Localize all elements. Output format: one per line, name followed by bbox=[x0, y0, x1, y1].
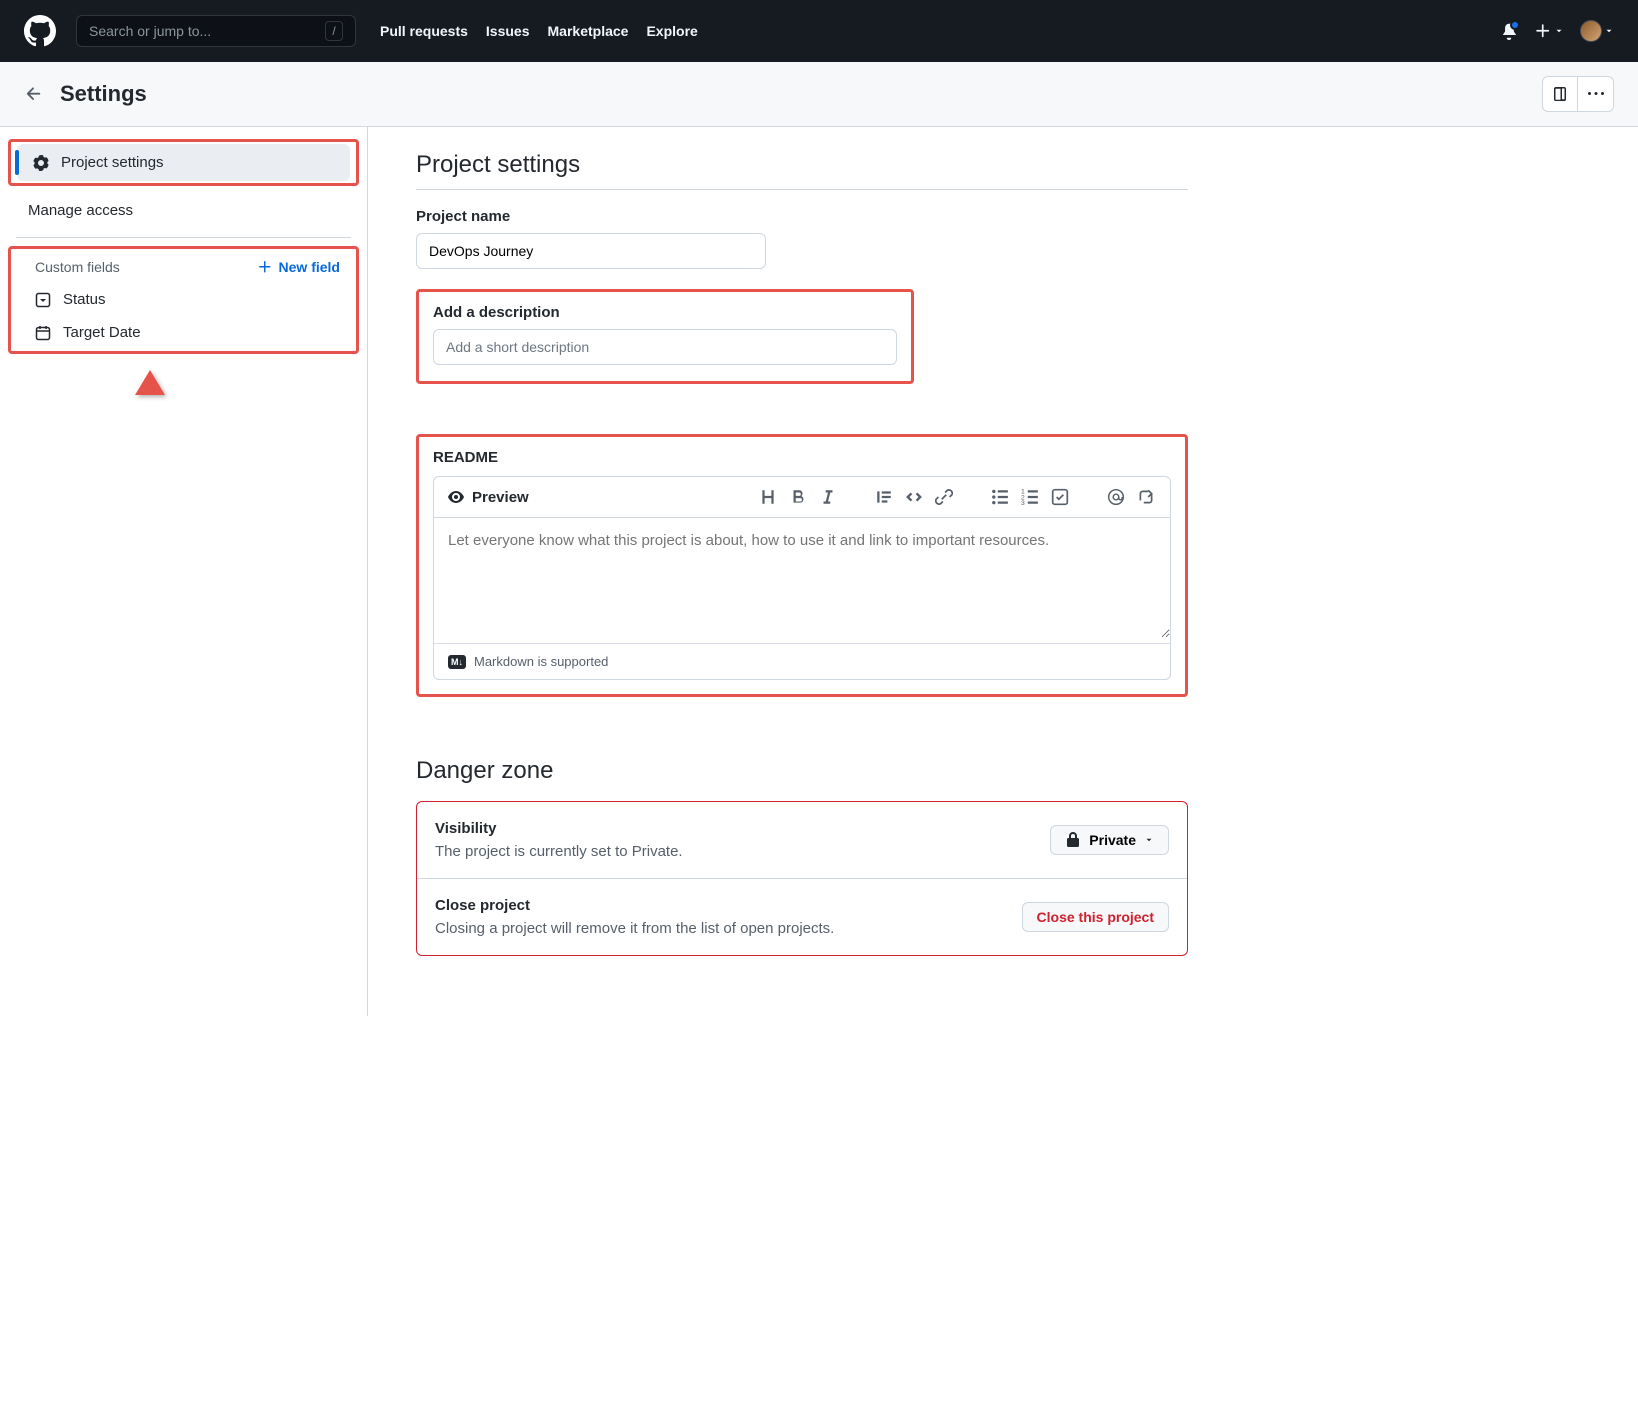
visibility-title: Visibility bbox=[435, 820, 683, 837]
task-list-icon[interactable] bbox=[1050, 487, 1070, 507]
annotation-highlight-description: Add a description bbox=[416, 289, 914, 384]
calendar-icon bbox=[35, 325, 51, 341]
create-new-dropdown[interactable] bbox=[1534, 22, 1564, 40]
danger-zone-heading: Danger zone bbox=[416, 757, 1188, 785]
new-field-button[interactable]: New field bbox=[257, 259, 340, 275]
nav-marketplace[interactable]: Marketplace bbox=[548, 23, 629, 39]
lock-icon bbox=[1065, 832, 1081, 848]
annotation-arrow bbox=[0, 360, 367, 490]
description-input[interactable] bbox=[433, 329, 897, 365]
danger-close-row: Close project Closing a project will rem… bbox=[417, 879, 1187, 955]
notifications-button[interactable] bbox=[1500, 22, 1518, 40]
eye-icon bbox=[448, 489, 464, 505]
cross-reference-icon[interactable] bbox=[1136, 487, 1156, 507]
slash-shortcut-badge: / bbox=[325, 21, 343, 41]
italic-icon[interactable] bbox=[818, 487, 838, 507]
visibility-dropdown[interactable]: Private bbox=[1050, 825, 1169, 855]
unordered-list-icon[interactable] bbox=[990, 487, 1010, 507]
project-name-label: Project name bbox=[416, 208, 1188, 225]
divider bbox=[16, 237, 351, 238]
description-label: Add a description bbox=[433, 304, 897, 321]
caret-down-icon bbox=[1144, 835, 1154, 845]
sidebar-item-label: Manage access bbox=[28, 202, 133, 219]
custom-fields-label: Custom fields bbox=[35, 259, 120, 275]
body: Project settings Manage access Custom fi… bbox=[0, 127, 1638, 1016]
sidebar-item-project-settings[interactable]: Project settings bbox=[17, 144, 350, 181]
close-project-text: Closing a project will remove it from th… bbox=[435, 920, 834, 937]
visibility-text: The project is currently set to Private. bbox=[435, 843, 683, 860]
close-project-button[interactable]: Close this project bbox=[1022, 902, 1169, 932]
link-icon[interactable] bbox=[934, 487, 954, 507]
annotation-highlight-top: Project settings bbox=[8, 139, 359, 186]
sidebar-item-label: Project settings bbox=[61, 154, 164, 171]
sidebar-item-manage-access[interactable]: Manage access bbox=[0, 192, 367, 229]
markdown-badge-icon: M↓ bbox=[448, 655, 466, 669]
nav-links: Pull requests Issues Marketplace Explore bbox=[380, 23, 698, 39]
danger-visibility-row: Visibility The project is currently set … bbox=[417, 802, 1187, 879]
page-subheader: Settings bbox=[0, 62, 1638, 127]
markdown-supported-text: Markdown is supported bbox=[474, 654, 608, 669]
plus-icon bbox=[257, 259, 273, 275]
readme-editor: Preview 123 bbox=[433, 476, 1171, 680]
main-content: Project settings Project name Add a desc… bbox=[368, 127, 1188, 1016]
search-box[interactable]: / bbox=[76, 15, 356, 47]
project-name-input[interactable] bbox=[416, 233, 766, 269]
readme-label: README bbox=[433, 449, 1171, 466]
annotation-highlight-custom-fields: Custom fields New field Status Target Da… bbox=[8, 246, 359, 354]
readme-footer: M↓ Markdown is supported bbox=[434, 643, 1170, 679]
subheader-actions bbox=[1542, 76, 1614, 112]
search-input[interactable] bbox=[89, 23, 325, 39]
custom-field-label: Status bbox=[63, 291, 106, 308]
close-project-title: Close project bbox=[435, 897, 834, 914]
gear-icon bbox=[33, 155, 49, 171]
user-menu[interactable] bbox=[1580, 20, 1614, 42]
readme-toolbar: Preview 123 bbox=[434, 477, 1170, 518]
kebab-menu-button[interactable] bbox=[1578, 76, 1614, 112]
main-heading: Project settings bbox=[416, 151, 1188, 190]
panel-toggle-button[interactable] bbox=[1542, 76, 1578, 112]
svg-text:3: 3 bbox=[1021, 500, 1025, 506]
mention-icon[interactable] bbox=[1106, 487, 1126, 507]
custom-fields-header: Custom fields New field bbox=[11, 251, 356, 283]
nav-explore[interactable]: Explore bbox=[646, 23, 697, 39]
nav-pull-requests[interactable]: Pull requests bbox=[380, 23, 468, 39]
back-arrow-icon[interactable] bbox=[24, 84, 44, 104]
custom-field-target-date[interactable]: Target Date bbox=[11, 316, 356, 349]
top-navbar: / Pull requests Issues Marketplace Explo… bbox=[0, 0, 1638, 62]
sidebar: Project settings Manage access Custom fi… bbox=[0, 127, 368, 1016]
notification-dot-icon bbox=[1510, 20, 1520, 30]
nav-issues[interactable]: Issues bbox=[486, 23, 530, 39]
single-select-icon bbox=[35, 292, 51, 308]
readme-textarea[interactable] bbox=[434, 518, 1170, 638]
quote-icon[interactable] bbox=[874, 487, 894, 507]
page-title: Settings bbox=[60, 81, 147, 107]
preview-toggle[interactable]: Preview bbox=[448, 489, 529, 506]
avatar bbox=[1580, 20, 1602, 42]
topnav-right bbox=[1500, 20, 1614, 42]
bold-icon[interactable] bbox=[788, 487, 808, 507]
custom-field-status[interactable]: Status bbox=[11, 283, 356, 316]
heading-icon[interactable] bbox=[758, 487, 778, 507]
code-icon[interactable] bbox=[904, 487, 924, 507]
danger-zone-box: Visibility The project is currently set … bbox=[416, 801, 1188, 956]
github-logo-icon[interactable] bbox=[24, 15, 56, 47]
custom-field-label: Target Date bbox=[63, 324, 141, 341]
annotation-highlight-readme: README Preview 12 bbox=[416, 434, 1188, 697]
ordered-list-icon[interactable]: 123 bbox=[1020, 487, 1040, 507]
